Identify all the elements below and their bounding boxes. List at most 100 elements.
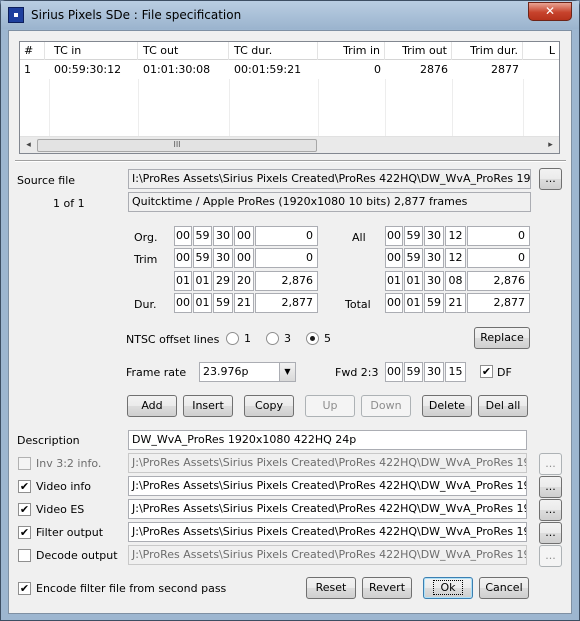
total-mm[interactable]: 01	[404, 293, 423, 313]
dur-mm[interactable]: 01	[193, 293, 212, 313]
fwd-mm[interactable]: 59	[404, 362, 423, 382]
dur-ss[interactable]: 59	[213, 293, 233, 313]
source-file-path[interactable]: I:\ProRes Assets\Sirius Pixels Created\P…	[128, 169, 531, 189]
trim-end-ff[interactable]: 20	[234, 271, 254, 291]
trim-mm[interactable]: 59	[193, 248, 212, 268]
trim-ss[interactable]: 30	[213, 248, 233, 268]
column-header-trim-out[interactable]: Trim out	[386, 42, 452, 60]
decode-output-path[interactable]: J:\ProRes Assets\Sirius Pixels Created\P…	[128, 545, 527, 565]
all-frames[interactable]: 0	[467, 226, 530, 246]
video-info-checkbox[interactable]: ✔	[18, 480, 31, 493]
total-ff[interactable]: 21	[445, 293, 466, 313]
down-button[interactable]: Down	[361, 395, 411, 417]
insert-button[interactable]: Insert	[183, 395, 233, 417]
all-end-mm[interactable]: 01	[404, 271, 423, 291]
column-header-tc-in[interactable]: TC in	[50, 42, 138, 60]
trim-hh[interactable]: 00	[174, 248, 192, 268]
all-trim-ff[interactable]: 12	[445, 248, 466, 268]
segments-table[interactable]: # TC in TC out TC dur. Trim in Trim out …	[19, 41, 560, 154]
chevron-down-icon[interactable]: ▼	[279, 363, 295, 381]
add-button[interactable]: Add	[127, 395, 177, 417]
dur-ff[interactable]: 21	[234, 293, 254, 313]
inv32-path[interactable]: J:\ProRes Assets\Sirius Pixels Created\P…	[128, 453, 527, 473]
column-header-tc-out[interactable]: TC out	[139, 42, 229, 60]
total-hh[interactable]: 00	[385, 293, 403, 313]
ntsc-radio-1[interactable]	[226, 332, 239, 345]
org-frames[interactable]: 0	[255, 226, 318, 246]
all-end-hh[interactable]: 01	[385, 271, 403, 291]
fwd-ff[interactable]: 15	[445, 362, 466, 382]
all-end-frames[interactable]: 2,876	[467, 271, 530, 291]
video-es-path[interactable]: J:\ProRes Assets\Sirius Pixels Created\P…	[128, 499, 527, 519]
column-header-trim-dur[interactable]: Trim dur.	[453, 42, 523, 60]
all-end-ff[interactable]: 08	[445, 271, 466, 291]
all-hh[interactable]: 00	[385, 226, 403, 246]
cancel-button[interactable]: Cancel	[479, 577, 529, 599]
delete-all-button[interactable]: Del all	[478, 395, 528, 417]
all-mm[interactable]: 59	[404, 226, 423, 246]
filter-output-path[interactable]: J:\ProRes Assets\Sirius Pixels Created\P…	[128, 522, 527, 542]
table-row[interactable]: 1 00:59:30:12 01:01:30:08 00:01:59:21 0 …	[20, 61, 559, 79]
description-input[interactable]: DW_WvA_ProRes 1920x1080 422HQ 24p	[128, 430, 527, 450]
ntsc-radio-5[interactable]	[306, 332, 319, 345]
title-bar[interactable]: Sirius Pixels SDe : File specification ✕	[1, 1, 579, 29]
video-es-checkbox[interactable]: ✔	[18, 503, 31, 516]
column-header-index[interactable]: #	[20, 42, 45, 60]
total-ss[interactable]: 59	[424, 293, 444, 313]
trim-end-mm[interactable]: 01	[193, 271, 212, 291]
dur-hh[interactable]: 00	[174, 293, 192, 313]
org-hh[interactable]: 00	[174, 226, 192, 246]
video-info-path[interactable]: J:\ProRes Assets\Sirius Pixels Created\P…	[128, 476, 527, 496]
all-trim-ss[interactable]: 30	[424, 248, 444, 268]
up-button[interactable]: Up	[305, 395, 355, 417]
scroll-thumb[interactable]: III	[37, 139, 317, 152]
revert-button[interactable]: Revert	[362, 577, 412, 599]
trim-end-frames[interactable]: 2,876	[255, 271, 318, 291]
filter-output-checkbox[interactable]: ✔	[18, 526, 31, 539]
org-mm[interactable]: 59	[193, 226, 212, 246]
ntsc-radio-3[interactable]	[266, 332, 279, 345]
column-header-l[interactable]: L	[524, 42, 559, 60]
video-info-browse-button[interactable]: ...	[539, 476, 562, 498]
filter-output-browse-button[interactable]: ...	[539, 522, 562, 544]
copy-button[interactable]: Copy	[244, 395, 294, 417]
trim-ff[interactable]: 00	[234, 248, 254, 268]
frame-rate-label: Frame rate	[126, 366, 187, 379]
fwd-hh[interactable]: 00	[385, 362, 403, 382]
dur-frames[interactable]: 2,877	[255, 293, 318, 313]
all-ss[interactable]: 30	[424, 226, 444, 246]
source-browse-button[interactable]: ...	[539, 168, 562, 190]
column-header-trim-in[interactable]: Trim in	[319, 42, 385, 60]
encode-filter-checkbox[interactable]: ✔	[18, 582, 31, 595]
total-frames[interactable]: 2,877	[467, 293, 530, 313]
file-index: 1 of 1	[53, 197, 85, 210]
trim-end-hh[interactable]: 01	[174, 271, 192, 291]
all-trim-hh[interactable]: 00	[385, 248, 403, 268]
all-trim-frames[interactable]: 0	[467, 248, 530, 268]
grid-line	[385, 79, 386, 137]
frame-rate-select[interactable]: 23.976p ▼	[199, 362, 296, 382]
close-button[interactable]: ✕	[528, 2, 572, 21]
delete-button[interactable]: Delete	[422, 395, 472, 417]
decode-output-checkbox[interactable]	[18, 549, 31, 562]
org-ff[interactable]: 00	[234, 226, 254, 246]
all-ff[interactable]: 12	[445, 226, 466, 246]
horizontal-scrollbar[interactable]: ◂ III ▸	[20, 136, 559, 153]
df-checkbox[interactable]: ✔	[480, 365, 493, 378]
org-ss[interactable]: 30	[213, 226, 233, 246]
scroll-left-icon[interactable]: ◂	[20, 137, 37, 154]
inv32-browse-button[interactable]: ...	[539, 453, 562, 475]
ok-button[interactable]: Ok	[423, 577, 473, 599]
fwd-ss[interactable]: 30	[424, 362, 444, 382]
all-trim-mm[interactable]: 59	[404, 248, 423, 268]
replace-button[interactable]: Replace	[474, 327, 530, 349]
scroll-right-icon[interactable]: ▸	[542, 137, 559, 154]
inv32-checkbox[interactable]	[18, 457, 31, 470]
video-es-browse-button[interactable]: ...	[539, 499, 562, 521]
trim-frames[interactable]: 0	[255, 248, 318, 268]
decode-output-browse-button[interactable]: ...	[539, 545, 562, 567]
reset-button[interactable]: Reset	[306, 577, 356, 599]
column-header-tc-dur[interactable]: TC dur.	[230, 42, 318, 60]
all-end-ss[interactable]: 30	[424, 271, 444, 291]
trim-end-ss[interactable]: 29	[213, 271, 233, 291]
